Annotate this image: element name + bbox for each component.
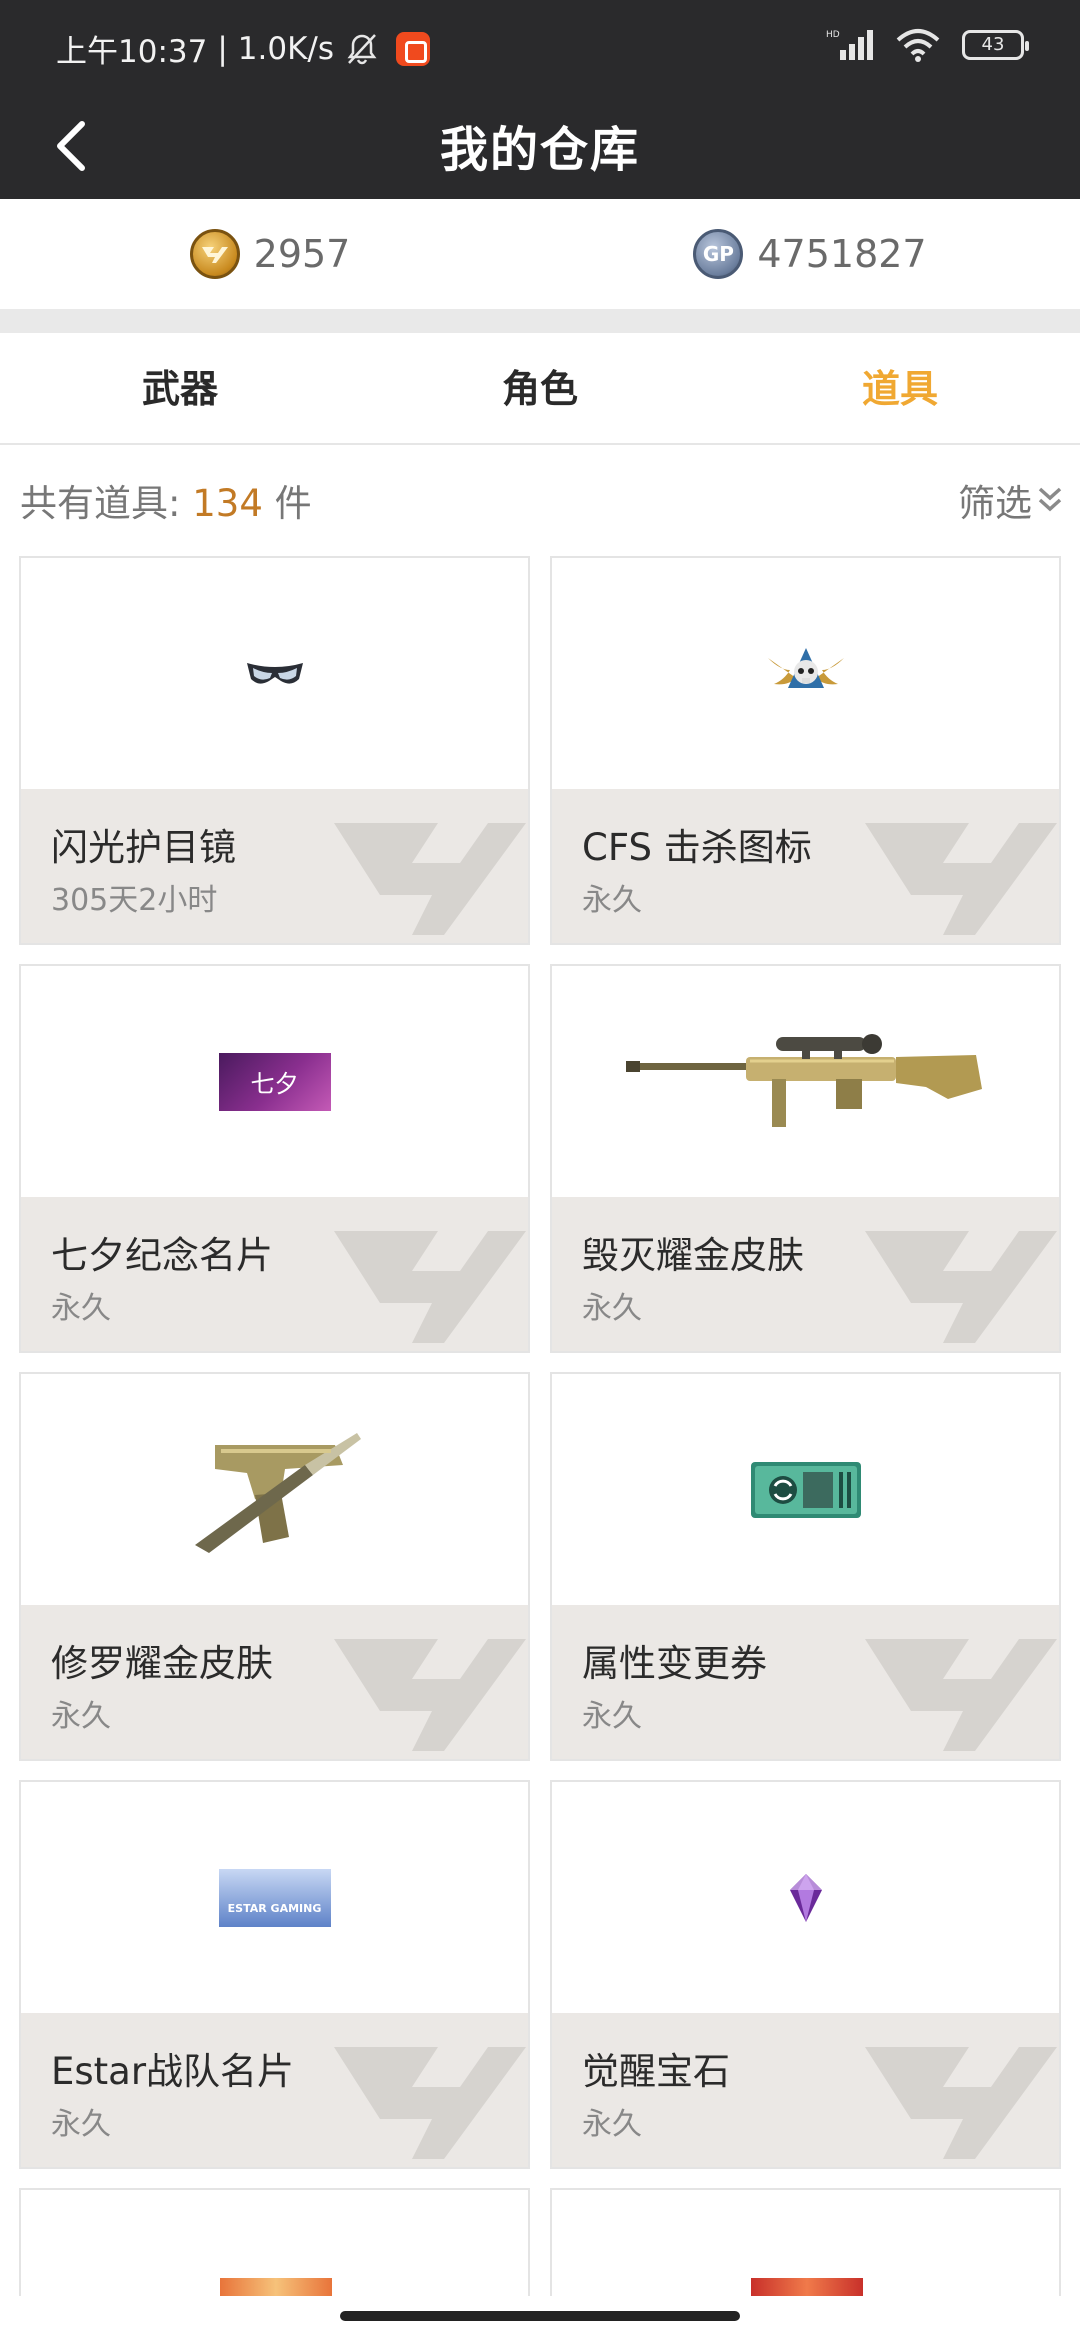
cf-watermark-icon — [334, 2047, 526, 2159]
mute-bell-icon — [347, 33, 377, 64]
item-name: 闪光护目镜 — [51, 826, 236, 869]
tab-characters[interactable]: 角色 — [360, 333, 720, 443]
item-duration: 永久 — [51, 1291, 111, 1326]
status-time: 上午10:37 — [56, 34, 208, 70]
item-name: 修罗耀金皮肤 — [51, 1642, 273, 1685]
estar-card-icon: ESTAR GAMING — [218, 1868, 331, 1927]
golden-pistol-knife-icon — [194, 1432, 361, 1553]
cf-watermark-icon — [334, 1639, 526, 1751]
tab-weapons[interactable]: 武器 — [0, 333, 360, 443]
item-duration: 永久 — [582, 1291, 642, 1326]
item-name: CFS 击杀图标 — [582, 826, 812, 869]
header-area: 上午10:37 | 1.0K/s HD 43 我的仓库 — [0, 0, 1080, 199]
cf-coin-icon — [189, 229, 240, 279]
tab-items[interactable]: 道具 — [720, 333, 1080, 443]
signal-icon: HD — [826, 30, 873, 60]
cf-points: 2957 — [0, 199, 540, 309]
category-tabs: 武器 角色 道具 — [0, 333, 1080, 445]
item-name: Estar战队名片 — [51, 2050, 295, 2093]
app-notification-icon — [396, 31, 431, 66]
item-card[interactable]: CFS 击杀图标 永久 — [550, 556, 1061, 945]
filter-button[interactable]: 筛选 — [958, 473, 1064, 527]
cf-watermark-icon — [334, 823, 526, 935]
battery-icon: 43 — [962, 30, 1029, 60]
page-title: 我的仓库 — [439, 122, 640, 178]
cf-watermark-icon — [865, 1639, 1057, 1751]
item-duration: 永久 — [51, 1699, 111, 1734]
skull-emblem-icon — [767, 647, 844, 688]
item-card[interactable]: 觉醒宝石 永久 — [550, 1780, 1061, 2169]
item-card[interactable]: 毁灭耀金皮肤 永久 — [550, 964, 1061, 1353]
item-name: 七夕纪念名片 — [51, 1234, 273, 1277]
item-image — [751, 2278, 863, 2298]
item-image — [220, 2278, 332, 2298]
goggles-icon — [246, 662, 303, 684]
home-indicator[interactable] — [340, 2311, 740, 2321]
gp-coin-icon: GP — [693, 229, 744, 279]
section-divider — [0, 309, 1080, 333]
item-name: 毁灭耀金皮肤 — [582, 1234, 804, 1277]
item-duration: 永久 — [582, 883, 642, 918]
item-duration: 永久 — [51, 2107, 111, 2142]
item-duration: 永久 — [582, 1699, 642, 1734]
item-card[interactable]: 修罗耀金皮肤 永久 — [19, 1372, 530, 1761]
cf-watermark-icon — [334, 1231, 526, 1343]
item-duration: 305天2小时 — [51, 883, 218, 918]
item-count: 共有道具: 134 件 — [20, 482, 312, 525]
gp-points: GP 4751827 — [540, 199, 1080, 309]
gp-amount: 4751827 — [757, 232, 927, 276]
attribute-ticket-icon — [750, 1461, 861, 1518]
qixi-card-icon: 七夕 — [218, 1052, 331, 1111]
status-speed: 1.0K/s — [237, 30, 335, 67]
item-card[interactable]: 闪光护目镜 305天2小时 — [19, 556, 530, 945]
item-card[interactable] — [19, 2188, 530, 2298]
status-bar: 上午10:37 | 1.0K/s HD 43 — [0, 0, 1080, 96]
awaken-gem-icon — [789, 1873, 822, 1922]
wifi-icon — [896, 29, 940, 62]
item-duration: 永久 — [582, 2107, 642, 2142]
filter-label: 筛选 — [958, 482, 1032, 525]
item-card[interactable]: ESTAR GAMING Estar战队名片 永久 — [19, 1780, 530, 2169]
cf-watermark-icon — [865, 2047, 1057, 2159]
double-chevron-down-icon — [1038, 487, 1062, 512]
cf-amount: 2957 — [253, 232, 351, 276]
item-card[interactable]: 属性变更券 永久 — [550, 1372, 1061, 1761]
item-name: 觉醒宝石 — [582, 2050, 730, 2093]
item-count-number: 134 — [192, 482, 263, 525]
golden-sniper-rifle-icon — [625, 1033, 982, 1127]
svg-text:HD: HD — [826, 30, 840, 40]
cf-watermark-icon — [865, 823, 1057, 935]
title-bar: 我的仓库 — [0, 96, 1080, 199]
cf-watermark-icon — [865, 1231, 1057, 1343]
currency-row: 2957 GP 4751827 — [0, 199, 1080, 309]
item-card[interactable] — [550, 2188, 1061, 2298]
summary-row: 共有道具: 134 件 筛选 — [0, 447, 1080, 547]
item-card[interactable]: 七夕 七夕纪念名片 永久 — [19, 964, 530, 1353]
item-name: 属性变更券 — [582, 1642, 767, 1685]
